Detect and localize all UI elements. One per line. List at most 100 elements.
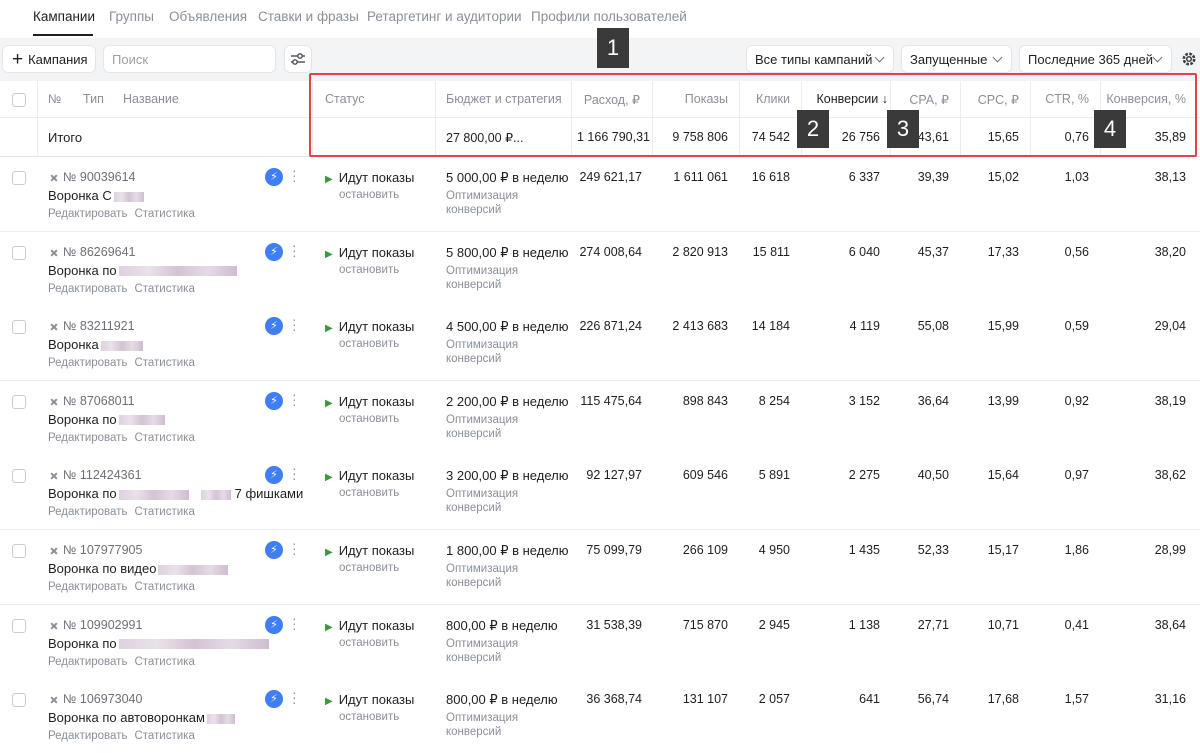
lightning-icon[interactable]: ⚡ — [265, 615, 283, 634]
kebab-menu-icon[interactable]: · · · — [292, 685, 297, 709]
header-name[interactable]: Название — [123, 92, 179, 106]
edit-link[interactable]: Редактировать — [48, 656, 127, 668]
header-budget[interactable]: Бюджет и стратегия — [446, 92, 562, 106]
state-filter-dropdown[interactable]: Запущенные — [901, 45, 1012, 73]
edit-link[interactable]: Редактировать — [48, 730, 127, 742]
campaign-name-wrap[interactable]: Воронка по видео — [48, 561, 229, 576]
edit-link[interactable]: Редактировать — [48, 208, 127, 220]
stop-link[interactable]: остановить — [339, 264, 399, 276]
row-checkbox[interactable] — [12, 171, 26, 185]
ctr: 1,03 — [1064, 170, 1089, 184]
row-checkbox[interactable] — [12, 618, 26, 633]
row-checkbox[interactable] — [12, 693, 26, 708]
campaign-name-wrap[interactable]: Воронка по — [48, 412, 165, 427]
table-row[interactable]: № 90039614 Воронка С Редактировать Статис… — [0, 157, 1200, 232]
kebab-menu-icon[interactable]: · · · — [292, 536, 297, 560]
row-checkbox[interactable] — [12, 394, 26, 409]
kebab-menu-icon[interactable]: · · · — [292, 611, 297, 635]
stats-link[interactable]: Статистика — [134, 432, 194, 444]
campaign-name-wrap[interactable]: Воронка С — [48, 188, 144, 203]
table-row[interactable]: № 106973040 Воронка по автоворонкам Реда… — [0, 679, 1200, 753]
stop-link[interactable]: остановить — [339, 562, 399, 574]
tab-campaigns[interactable]: Кампании — [33, 9, 95, 24]
stats-link[interactable]: Статистика — [134, 730, 194, 742]
tab-ads[interactable]: Объявления — [169, 9, 247, 24]
lightning-icon[interactable]: ⚡ — [265, 541, 283, 559]
stop-link[interactable]: остановить — [339, 189, 399, 201]
lightning-icon[interactable]: ⚡ — [265, 242, 283, 261]
edit-link[interactable]: Редактировать — [48, 357, 127, 369]
header-conversion-rate[interactable]: Конверсия, % — [1106, 92, 1186, 106]
lightning-icon[interactable]: ⚡ — [265, 391, 283, 410]
kebab-menu-icon[interactable]: · · · — [292, 312, 297, 336]
header-type[interactable]: Тип — [83, 92, 104, 106]
stats-link[interactable]: Статистика — [134, 581, 194, 593]
table-settings-button[interactable] — [1180, 45, 1200, 73]
row-checkbox[interactable] — [12, 245, 26, 260]
search-input[interactable] — [103, 45, 276, 73]
stats-link[interactable]: Статистика — [134, 357, 194, 369]
budget: 3 200,00 ₽ в неделю — [446, 468, 569, 484]
stop-link[interactable]: остановить — [339, 637, 399, 649]
strategy-line-1: Оптимизация — [446, 339, 519, 352]
conversion-rate: 38,64 — [1154, 617, 1186, 632]
header-impressions[interactable]: Показы — [685, 92, 728, 106]
kebab-menu-icon[interactable]: · · · — [292, 387, 297, 411]
lightning-icon[interactable]: ⚡ — [265, 317, 283, 336]
edit-link[interactable]: Редактировать — [48, 432, 127, 444]
table-row[interactable]: № 112424361 Воронка по 7 фишками Редактир… — [0, 455, 1200, 531]
header-ctr[interactable]: CTR, % — [1045, 92, 1089, 106]
tab-retargeting[interactable]: Ретаргетинг и аудитории — [367, 9, 522, 24]
campaign-types-dropdown[interactable]: Все типы кампаний — [746, 45, 894, 73]
period-dropdown[interactable]: Последние 365 дней — [1019, 45, 1172, 73]
header-conversions[interactable]: Конверсии ↓ — [817, 92, 888, 106]
lightning-icon[interactable]: ⚡ — [265, 466, 283, 485]
header-cpc[interactable]: CPC, ₽ — [978, 92, 1019, 107]
campaign-name-wrap[interactable]: Воронка по — [48, 636, 269, 651]
lightning-icon[interactable]: ⚡ — [265, 168, 283, 186]
kebab-menu-icon[interactable]: · · · — [292, 461, 297, 485]
kebab-menu-icon[interactable]: · · · — [292, 238, 297, 262]
filter-settings-button[interactable] — [284, 45, 312, 73]
select-all-checkbox[interactable] — [12, 93, 26, 107]
table-row[interactable]: № 109902991 Воронка по Редактировать Стат… — [0, 604, 1200, 680]
campaign-name-wrap[interactable]: Воронка по — [48, 263, 237, 278]
stats-link[interactable]: Статистика — [134, 506, 194, 518]
status-wrap: ▶ Идут показы — [325, 245, 414, 260]
stop-link[interactable]: остановить — [339, 711, 399, 723]
stop-link[interactable]: остановить — [339, 487, 399, 499]
annotation-marker-1: 1 — [597, 28, 629, 68]
tab-groups[interactable]: Группы — [109, 9, 154, 24]
header-spend[interactable]: Расход, ₽ — [584, 92, 640, 107]
table-row[interactable]: № 86269641 Воронка по Редактировать Стати… — [0, 231, 1200, 307]
campaign-name-wrap[interactable]: Воронка по автоворонкам — [48, 710, 235, 725]
stop-link[interactable]: остановить — [339, 338, 399, 350]
add-campaign-label: Кампания — [28, 51, 88, 67]
header-clicks[interactable]: Клики — [756, 92, 790, 106]
table-row[interactable]: № 83211921 Воронка Редактировать Статисти… — [0, 306, 1200, 382]
table-row[interactable]: № 107977905 Воронка по видео Редактирова… — [0, 530, 1200, 605]
stats-link[interactable]: Статистика — [134, 656, 194, 668]
row-checkbox[interactable] — [12, 544, 26, 558]
edit-link[interactable]: Редактировать — [48, 506, 127, 518]
header-status[interactable]: Статус — [325, 92, 365, 106]
stats-link[interactable]: Статистика — [134, 208, 194, 220]
campaign-name-wrap[interactable]: Воронка — [48, 337, 143, 352]
edit-link[interactable]: Редактировать — [48, 283, 127, 295]
edit-link[interactable]: Редактировать — [48, 581, 127, 593]
stats-link[interactable]: Статистика — [134, 283, 194, 295]
strategy: Оптимизация конверсий — [446, 264, 518, 292]
tab-user-profiles[interactable]: Профили пользователей — [531, 9, 687, 24]
campaign-links: Редактировать Статистика — [48, 730, 195, 742]
kebab-menu-icon[interactable]: · · · — [292, 163, 297, 187]
table-row[interactable]: № 87068011 Воронка по Редактировать Стати… — [0, 380, 1200, 456]
header-number[interactable]: № — [48, 92, 61, 106]
stop-link[interactable]: остановить — [339, 413, 399, 425]
row-checkbox[interactable] — [12, 320, 26, 335]
campaign-name-wrap[interactable]: Воронка по 7 фишками — [48, 486, 303, 501]
row-checkbox[interactable] — [12, 469, 26, 484]
lightning-icon[interactable]: ⚡ — [265, 690, 283, 709]
add-campaign-button[interactable]: + Кампания — [2, 45, 96, 73]
tab-bids-phrases[interactable]: Ставки и фразы — [258, 9, 359, 24]
header-cpa[interactable]: CPA, ₽ — [909, 92, 949, 107]
